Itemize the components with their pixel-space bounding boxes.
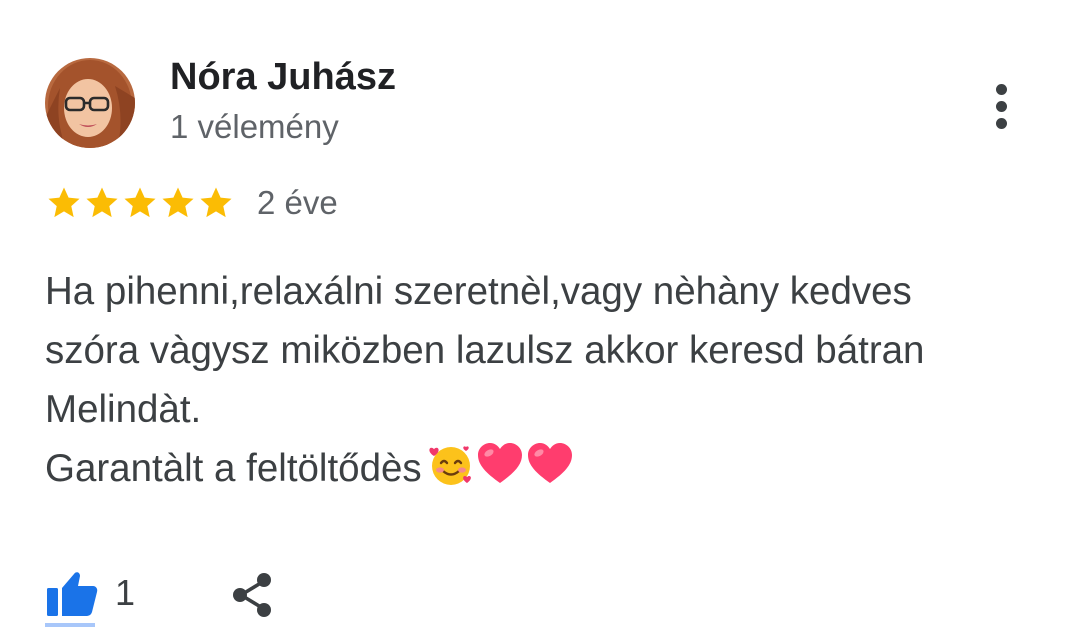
review-date: 2 éve bbox=[257, 184, 338, 221]
red-heart-icon bbox=[477, 443, 522, 483]
bottom-accent-bar bbox=[45, 623, 95, 627]
thumbs-up-icon bbox=[47, 572, 98, 616]
review-card: Nóra Juhász 1 vélemény 2 éve Ha pihenni,… bbox=[0, 0, 1080, 627]
smiling-face-with-hearts-icon bbox=[429, 446, 471, 485]
reviewer-review-count: 1 vélemény bbox=[170, 108, 339, 145]
star-icon bbox=[48, 187, 80, 218]
review-text-line: Ha pihenni,relaxálni szeretnèl,vagy nèhà… bbox=[45, 270, 912, 313]
star-rating bbox=[45, 184, 235, 222]
star-icon bbox=[162, 187, 194, 218]
like-button[interactable]: 1 bbox=[45, 568, 135, 618]
review-text-line: Garantàlt a feltöltődès bbox=[45, 447, 422, 490]
star-icon bbox=[124, 187, 156, 218]
avatar-photo bbox=[45, 58, 135, 148]
share-button[interactable] bbox=[228, 570, 278, 620]
more-vert-icon-dot bbox=[996, 101, 1007, 112]
like-count: 1 bbox=[115, 572, 136, 613]
emoji-group bbox=[428, 441, 576, 487]
more-vert-icon-dot bbox=[996, 118, 1007, 129]
review-text-line: Melindàt. bbox=[45, 388, 202, 431]
review-text-line-last: Garantàlt a feltöltődès bbox=[45, 439, 1055, 498]
share-icon bbox=[233, 573, 271, 617]
star-icon bbox=[200, 187, 232, 218]
review-text-line: szóra vàgysz miközben lazulsz akkor kere… bbox=[45, 329, 925, 372]
reviewer-avatar[interactable] bbox=[45, 58, 135, 148]
more-options-button[interactable] bbox=[978, 78, 1026, 134]
star-icon bbox=[86, 187, 118, 218]
reviewer-name[interactable]: Nóra Juhász bbox=[170, 56, 396, 99]
red-heart-icon bbox=[527, 443, 572, 483]
rating-row: 2 éve bbox=[45, 180, 338, 226]
review-text: Ha pihenni,relaxálni szeretnèl,vagy nèhà… bbox=[45, 262, 1055, 498]
more-vert-icon bbox=[996, 84, 1007, 95]
